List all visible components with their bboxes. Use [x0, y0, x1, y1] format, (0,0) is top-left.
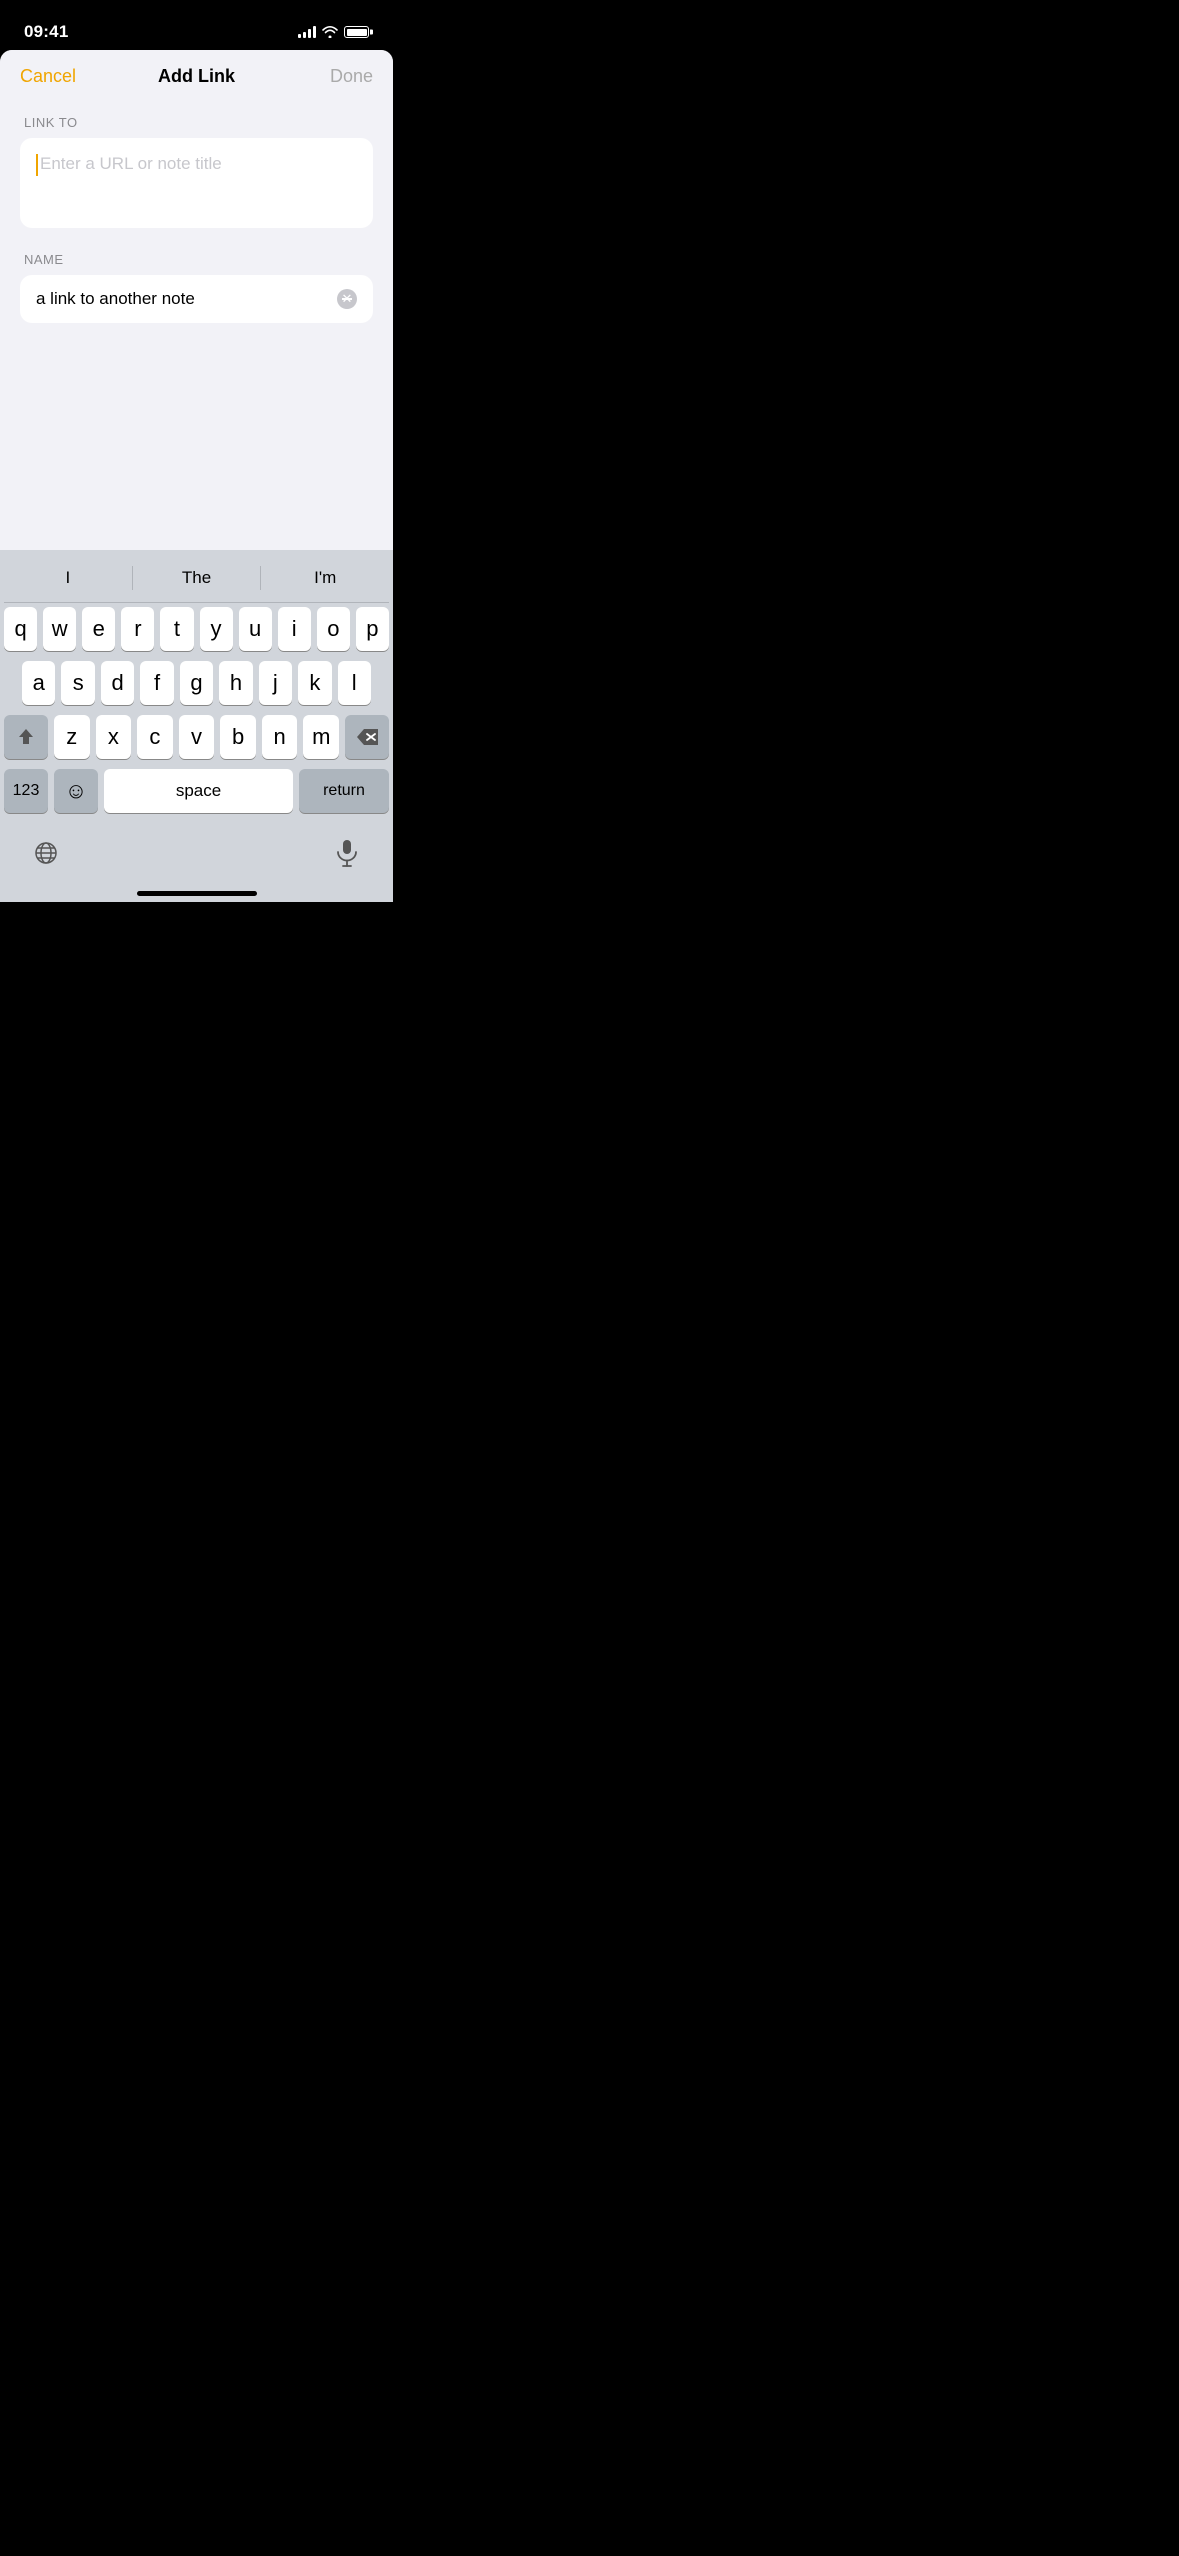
space-key-label: space — [176, 781, 221, 801]
key-p[interactable]: p — [356, 607, 389, 651]
link-to-input[interactable]: Enter a URL or note title — [20, 138, 373, 228]
clear-button[interactable]: ✕ — [337, 289, 357, 309]
key-v[interactable]: v — [179, 715, 215, 759]
main-content: Cancel Add Link Done LINK TO Enter a URL… — [0, 50, 393, 550]
key-a[interactable]: a — [22, 661, 55, 705]
mic-button[interactable] — [325, 831, 369, 875]
key-h[interactable]: h — [219, 661, 252, 705]
shift-key[interactable] — [4, 715, 48, 759]
key-e[interactable]: e — [82, 607, 115, 651]
home-indicator-bar — [4, 883, 389, 902]
key-k[interactable]: k — [298, 661, 331, 705]
number-key[interactable]: 123 — [4, 769, 48, 813]
backspace-icon — [356, 729, 378, 745]
shift-icon — [16, 727, 36, 747]
done-button[interactable]: Done — [303, 66, 373, 87]
status-bar: 09:41 — [0, 0, 393, 50]
predictive-item-3[interactable]: I'm — [261, 566, 389, 590]
text-cursor — [36, 154, 38, 176]
link-to-label: LINK TO — [20, 115, 373, 130]
key-g[interactable]: g — [180, 661, 213, 705]
space-key[interactable]: space — [104, 769, 293, 813]
return-key-label: return — [323, 782, 365, 800]
signal-icon — [298, 26, 316, 38]
wifi-icon — [322, 26, 338, 38]
key-i[interactable]: i — [278, 607, 311, 651]
emoji-icon: ☺ — [65, 778, 87, 804]
key-z[interactable]: z — [54, 715, 90, 759]
predictive-item-1[interactable]: I — [4, 566, 132, 590]
globe-icon — [33, 840, 59, 866]
name-section: NAME a link to another note ✕ — [0, 236, 393, 331]
cancel-button[interactable]: Cancel — [20, 66, 90, 87]
content-spacer — [0, 331, 393, 491]
key-o[interactable]: o — [317, 607, 350, 651]
number-key-label: 123 — [13, 782, 40, 800]
key-u[interactable]: u — [239, 607, 272, 651]
key-q[interactable]: q — [4, 607, 37, 651]
key-c[interactable]: c — [137, 715, 173, 759]
name-label: NAME — [20, 252, 373, 267]
key-m[interactable]: m — [303, 715, 339, 759]
key-y[interactable]: y — [200, 607, 233, 651]
battery-icon — [344, 26, 369, 38]
home-indicator — [137, 891, 257, 896]
key-l[interactable]: l — [338, 661, 371, 705]
page-title: Add Link — [90, 66, 303, 87]
emoji-key[interactable]: ☺ — [54, 769, 98, 813]
key-r[interactable]: r — [121, 607, 154, 651]
key-n[interactable]: n — [262, 715, 298, 759]
key-b[interactable]: b — [220, 715, 256, 759]
key-row-1: q w e r t y u i o p — [4, 607, 389, 651]
key-row-2: a s d f g h j k l — [4, 661, 389, 705]
globe-button[interactable] — [24, 831, 68, 875]
link-to-section: LINK TO Enter a URL or note title — [0, 99, 393, 236]
key-d[interactable]: d — [101, 661, 134, 705]
return-key[interactable]: return — [299, 769, 389, 813]
nav-bar: Cancel Add Link Done — [0, 50, 393, 99]
key-w[interactable]: w — [43, 607, 76, 651]
key-row-4: 123 ☺ space return — [4, 769, 389, 813]
mic-icon — [336, 839, 358, 867]
predictive-bar: I The I'm — [4, 558, 389, 603]
key-row-3: z x c v b n m — [4, 715, 389, 759]
name-input[interactable]: a link to another note ✕ — [20, 275, 373, 323]
name-value: a link to another note — [36, 289, 337, 309]
link-to-placeholder: Enter a URL or note title — [40, 152, 222, 174]
keyboard: I The I'm q w e r t y u i o p a s d f g … — [0, 550, 393, 902]
key-t[interactable]: t — [160, 607, 193, 651]
key-f[interactable]: f — [140, 661, 173, 705]
backspace-key[interactable] — [345, 715, 389, 759]
bottom-bar — [4, 823, 389, 883]
status-time: 09:41 — [24, 22, 68, 42]
key-x[interactable]: x — [96, 715, 132, 759]
key-j[interactable]: j — [259, 661, 292, 705]
predictive-item-2[interactable]: The — [133, 566, 261, 590]
clear-icon: ✕ — [342, 292, 353, 305]
key-s[interactable]: s — [61, 661, 94, 705]
status-icons — [298, 26, 369, 38]
